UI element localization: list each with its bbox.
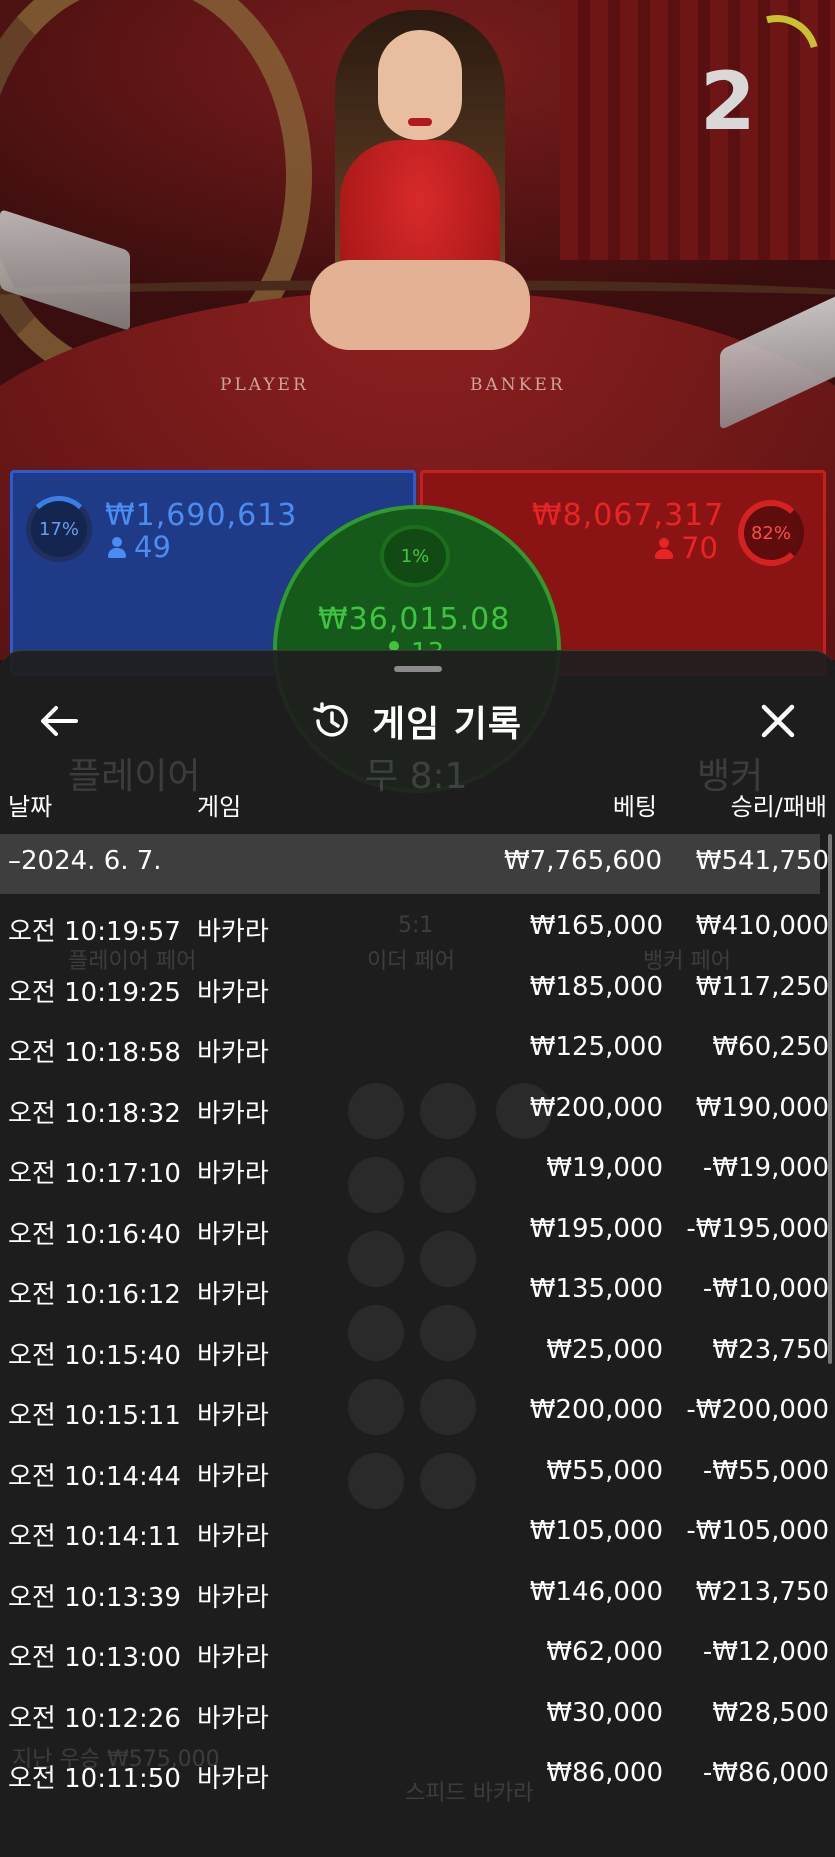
tie-total-amount: ₩36,015.08: [318, 602, 511, 637]
table-row[interactable]: 오전 10:12:26 바카라 ₩30,000 ₩28,500: [0, 1686, 835, 1747]
dealer: [300, 10, 540, 370]
table-row[interactable]: 오전 10:16:12 바카라 ₩135,000 -₩10,000: [0, 1262, 835, 1323]
sheet-title: 게임 기록: [372, 704, 523, 745]
history-list: 오전 10:19:57 바카라 ₩165,000 ₩410,000 오전 10:19:…: [0, 899, 835, 1807]
table-row[interactable]: 오전 10:13:00 바카라 ₩62,000 -₩12,000: [0, 1625, 835, 1686]
column-bet: 베팅: [612, 793, 657, 821]
arrow-left-icon: [41, 706, 78, 736]
table-row[interactable]: 오전 10:18:58 바카라 ₩125,000 ₩60,250: [0, 1020, 835, 1081]
day-date: –2024. 6. 7.: [8, 846, 162, 876]
column-date: 날짜: [8, 793, 53, 821]
table-row[interactable]: 오전 10:15:40 바카라 ₩25,000 ₩23,750: [0, 1323, 835, 1384]
player-percent-ring: 17%: [26, 496, 92, 562]
close-icon: [761, 704, 795, 738]
banker-percent-ring: 82%: [738, 500, 804, 566]
table-row[interactable]: 오전 10:19:57 바카라 ₩165,000 ₩410,000: [0, 899, 835, 960]
scrollbar[interactable]: [828, 834, 832, 1364]
tie-percent-ring: 1%: [380, 525, 450, 587]
table-row[interactable]: 오전 10:19:25 바카라 ₩185,000 ₩117,250: [0, 960, 835, 1021]
table-row[interactable]: 오전 10:16:40 바카라 ₩195,000 -₩195,000: [0, 1202, 835, 1263]
day-summary-row[interactable]: –2024. 6. 7. ₩7,765,600 ₩541,750: [0, 834, 829, 894]
table-row[interactable]: 오전 10:11:50 바카라 ₩86,000 -₩86,000: [0, 1746, 835, 1807]
table-row[interactable]: 오전 10:14:44 바카라 ₩55,000 -₩55,000: [0, 1444, 835, 1505]
sheet-title-group: 게임 기록: [310, 699, 522, 745]
table-row[interactable]: 오전 10:17:10 바카라 ₩19,000 -₩19,000: [0, 1141, 835, 1202]
sheet-header: 게임 기록: [0, 691, 835, 751]
day-winloss-total: ₩541,750: [695, 846, 829, 876]
column-game: 게임: [197, 793, 242, 821]
close-button[interactable]: [756, 699, 800, 743]
game-history-sheet: 플레이어 무 8:1 뱅커 플레이어 페어 5:1 이더 페어 뱅커 페어 지난…: [0, 650, 835, 1857]
table-banker-word: BANKER: [470, 375, 566, 395]
table-player-word: PLAYER: [220, 375, 309, 395]
table-row[interactable]: 오전 10:13:39 바카라 ₩146,000 ₩213,750: [0, 1565, 835, 1626]
column-winloss: 승리/패배: [730, 793, 827, 821]
person-icon: [385, 641, 403, 650]
table-row[interactable]: 오전 10:18:32 바카라 ₩200,000 ₩190,000: [0, 1081, 835, 1142]
player-total-amount: ₩1,690,613: [105, 498, 298, 533]
table-row[interactable]: 오전 10:15:11 바카라 ₩200,000 -₩200,000: [0, 1383, 835, 1444]
player-bettor-count: 49: [108, 530, 171, 564]
column-headers: 날짜 게임 베팅 승리/패배: [0, 787, 835, 823]
person-icon: [108, 537, 126, 559]
sheet-grabber[interactable]: [394, 666, 442, 672]
tie-bettor-count: 13: [385, 638, 444, 650]
back-button[interactable]: [36, 701, 82, 741]
banker-total-amount: ₩8,067,317: [532, 498, 725, 533]
table-row[interactable]: 오전 10:14:11 바카라 ₩105,000 -₩105,000: [0, 1504, 835, 1565]
day-bet-total: ₩7,765,600: [503, 846, 662, 876]
person-icon: [655, 538, 673, 560]
history-clock-icon: [313, 702, 348, 737]
countdown-timer: 2: [700, 55, 756, 148]
banker-bettor-count: 70: [655, 531, 718, 565]
